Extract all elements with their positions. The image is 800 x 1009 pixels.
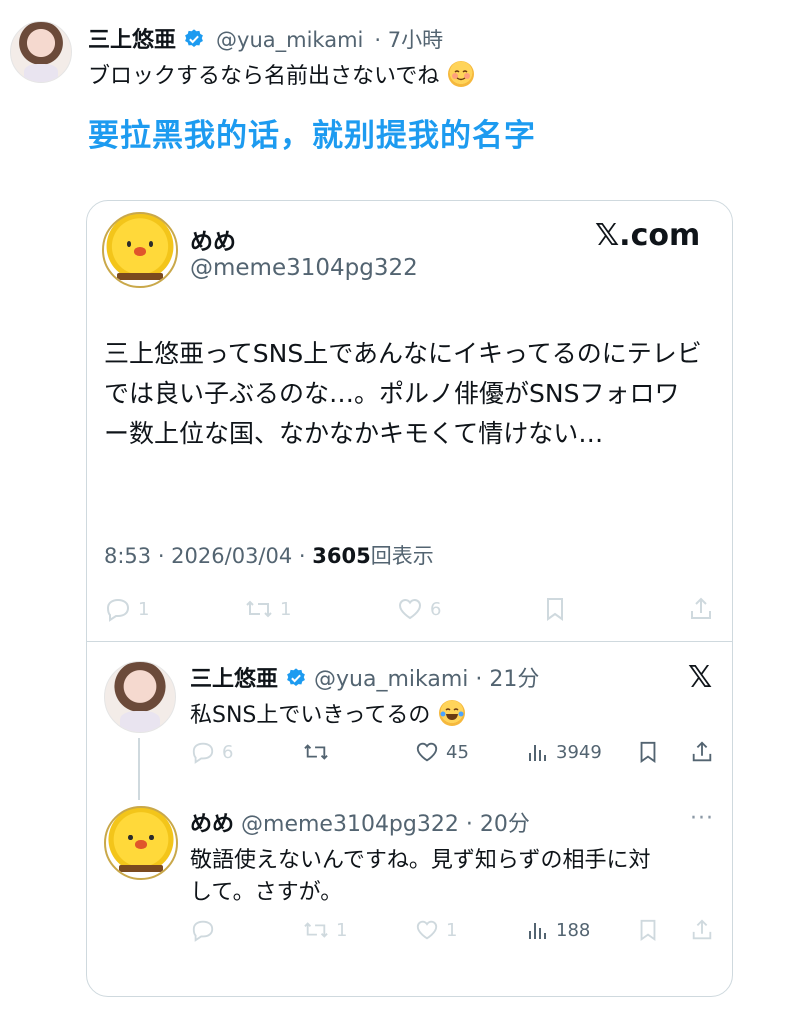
reply1-reply-button[interactable]: 6 xyxy=(190,740,233,764)
more-options-icon[interactable]: ··· xyxy=(690,806,714,831)
quoted-like-count: 6 xyxy=(430,598,442,620)
quoted-tweet-body: 三上悠亜ってSNS上であんなにイキってるのにテレビでは良い子ぶるのな…。ポルノ俳… xyxy=(104,339,702,448)
verified-badge-icon xyxy=(183,28,205,56)
avatar-reply1-author[interactable] xyxy=(104,661,176,733)
reply1-repost-button[interactable] xyxy=(302,740,330,764)
reply1-like-count: 45 xyxy=(446,741,469,763)
post-header: 三上悠亜 @yua_mikami · 7小時 xyxy=(88,22,443,56)
reply2-time: · 20分 xyxy=(465,812,530,837)
views-icon xyxy=(526,740,550,764)
reply1-text-content: 私SNS上でいきってるの xyxy=(190,703,431,728)
reply1-like-button[interactable]: 45 xyxy=(414,740,469,764)
card-divider xyxy=(87,641,732,642)
reply1-header: 三上悠亜 @yua_mikami · 21分 xyxy=(190,661,539,695)
bookmark-icon xyxy=(542,596,568,622)
x-logo-icon: 𝕏 xyxy=(688,660,713,695)
reply-icon xyxy=(190,918,216,942)
reply2-reply-button[interactable] xyxy=(190,918,216,942)
bookmark-icon xyxy=(636,918,660,942)
quoted-view-count: 3605 xyxy=(312,544,371,568)
reply1-share-button[interactable] xyxy=(690,740,714,764)
share-icon xyxy=(690,740,714,764)
views-icon xyxy=(526,918,550,942)
avatar-main-author[interactable] xyxy=(10,21,72,83)
reply1-author-name[interactable]: 三上悠亜 xyxy=(190,667,278,692)
reply2-text-line1: 敬語使えないんですね。見ず知らずの相手に対 xyxy=(190,848,651,873)
repost-icon xyxy=(302,918,330,942)
reply-icon xyxy=(190,740,216,764)
author-handle[interactable]: @yua_mikami xyxy=(216,28,363,52)
reply1-time: · 21分 xyxy=(475,667,540,692)
bookmark-icon xyxy=(636,740,660,764)
reply2-bookmark-button[interactable] xyxy=(636,918,660,942)
reply2-author-name[interactable]: めめ xyxy=(190,812,234,837)
reply1-view-count: 3949 xyxy=(556,741,602,763)
reply2-share-button[interactable] xyxy=(690,918,714,942)
share-icon xyxy=(690,918,714,942)
translation-caption: 要拉黑我的话，就别提我的名字 xyxy=(88,118,536,154)
reply1-text: 私SNS上でいきってるの xyxy=(190,697,466,729)
reply2-views-button[interactable]: 188 xyxy=(526,918,590,942)
reply1-bookmark-button[interactable] xyxy=(636,740,660,764)
reply2-text-line2: して。さすが。 xyxy=(190,880,343,905)
quoted-reply-button[interactable]: 1 xyxy=(104,596,149,622)
smiling-blush-emoji-icon xyxy=(448,61,475,87)
thread-connector-line xyxy=(138,738,140,800)
heart-icon xyxy=(414,918,440,942)
avatar-reply2-author[interactable] xyxy=(104,806,178,880)
heart-icon xyxy=(414,740,440,764)
reply1-views-button[interactable]: 3949 xyxy=(526,740,602,764)
quoted-reply-count: 1 xyxy=(138,598,150,620)
reply2-repost-count: 1 xyxy=(336,919,348,941)
quoted-repost-button[interactable]: 1 xyxy=(244,596,291,622)
reply2-header: めめ @meme3104pg322 · 20分 xyxy=(190,806,530,838)
post-text-content: ブロックするなら名前出さないでね xyxy=(88,64,440,89)
post-time: · 7小時 xyxy=(374,28,444,52)
repost-icon xyxy=(302,740,330,764)
quoted-timestamp: 8:53 · 2026/03/04 · xyxy=(104,544,306,568)
quoted-bookmark-button[interactable] xyxy=(542,596,568,622)
quoted-author-handle[interactable]: @meme3104pg322 xyxy=(190,255,418,281)
reply-icon xyxy=(104,596,132,622)
avatar-quoted-author[interactable] xyxy=(102,212,178,288)
quoted-tweet-meta: 8:53 · 2026/03/04 · 3605回表示 xyxy=(104,540,434,570)
x-com-logo: 𝕏.com xyxy=(595,218,701,253)
quoted-share-button[interactable] xyxy=(688,596,714,622)
reply2-author-handle[interactable]: @meme3104pg322 xyxy=(241,812,459,837)
repost-icon xyxy=(244,596,274,622)
author-name[interactable]: 三上悠亜 xyxy=(88,28,176,53)
tears-of-joy-emoji-icon xyxy=(439,700,466,726)
quoted-like-button[interactable]: 6 xyxy=(396,596,441,622)
verified-badge-icon xyxy=(285,667,307,695)
reply2-repost-button[interactable]: 1 xyxy=(302,918,347,942)
quoted-view-label: 回表示 xyxy=(370,544,434,568)
share-icon xyxy=(688,596,714,622)
post-text: ブロックするなら名前出さないでね xyxy=(88,58,475,90)
reply2-like-button[interactable]: 1 xyxy=(414,918,457,942)
quoted-author-name[interactable]: めめ xyxy=(190,222,236,256)
reply1-author-handle[interactable]: @yua_mikami xyxy=(314,667,468,692)
reply2-view-count: 188 xyxy=(556,919,591,941)
heart-icon xyxy=(396,596,424,622)
quoted-repost-count: 1 xyxy=(280,598,292,620)
reply1-reply-count: 6 xyxy=(222,741,234,763)
reply2-like-count: 1 xyxy=(446,919,458,941)
